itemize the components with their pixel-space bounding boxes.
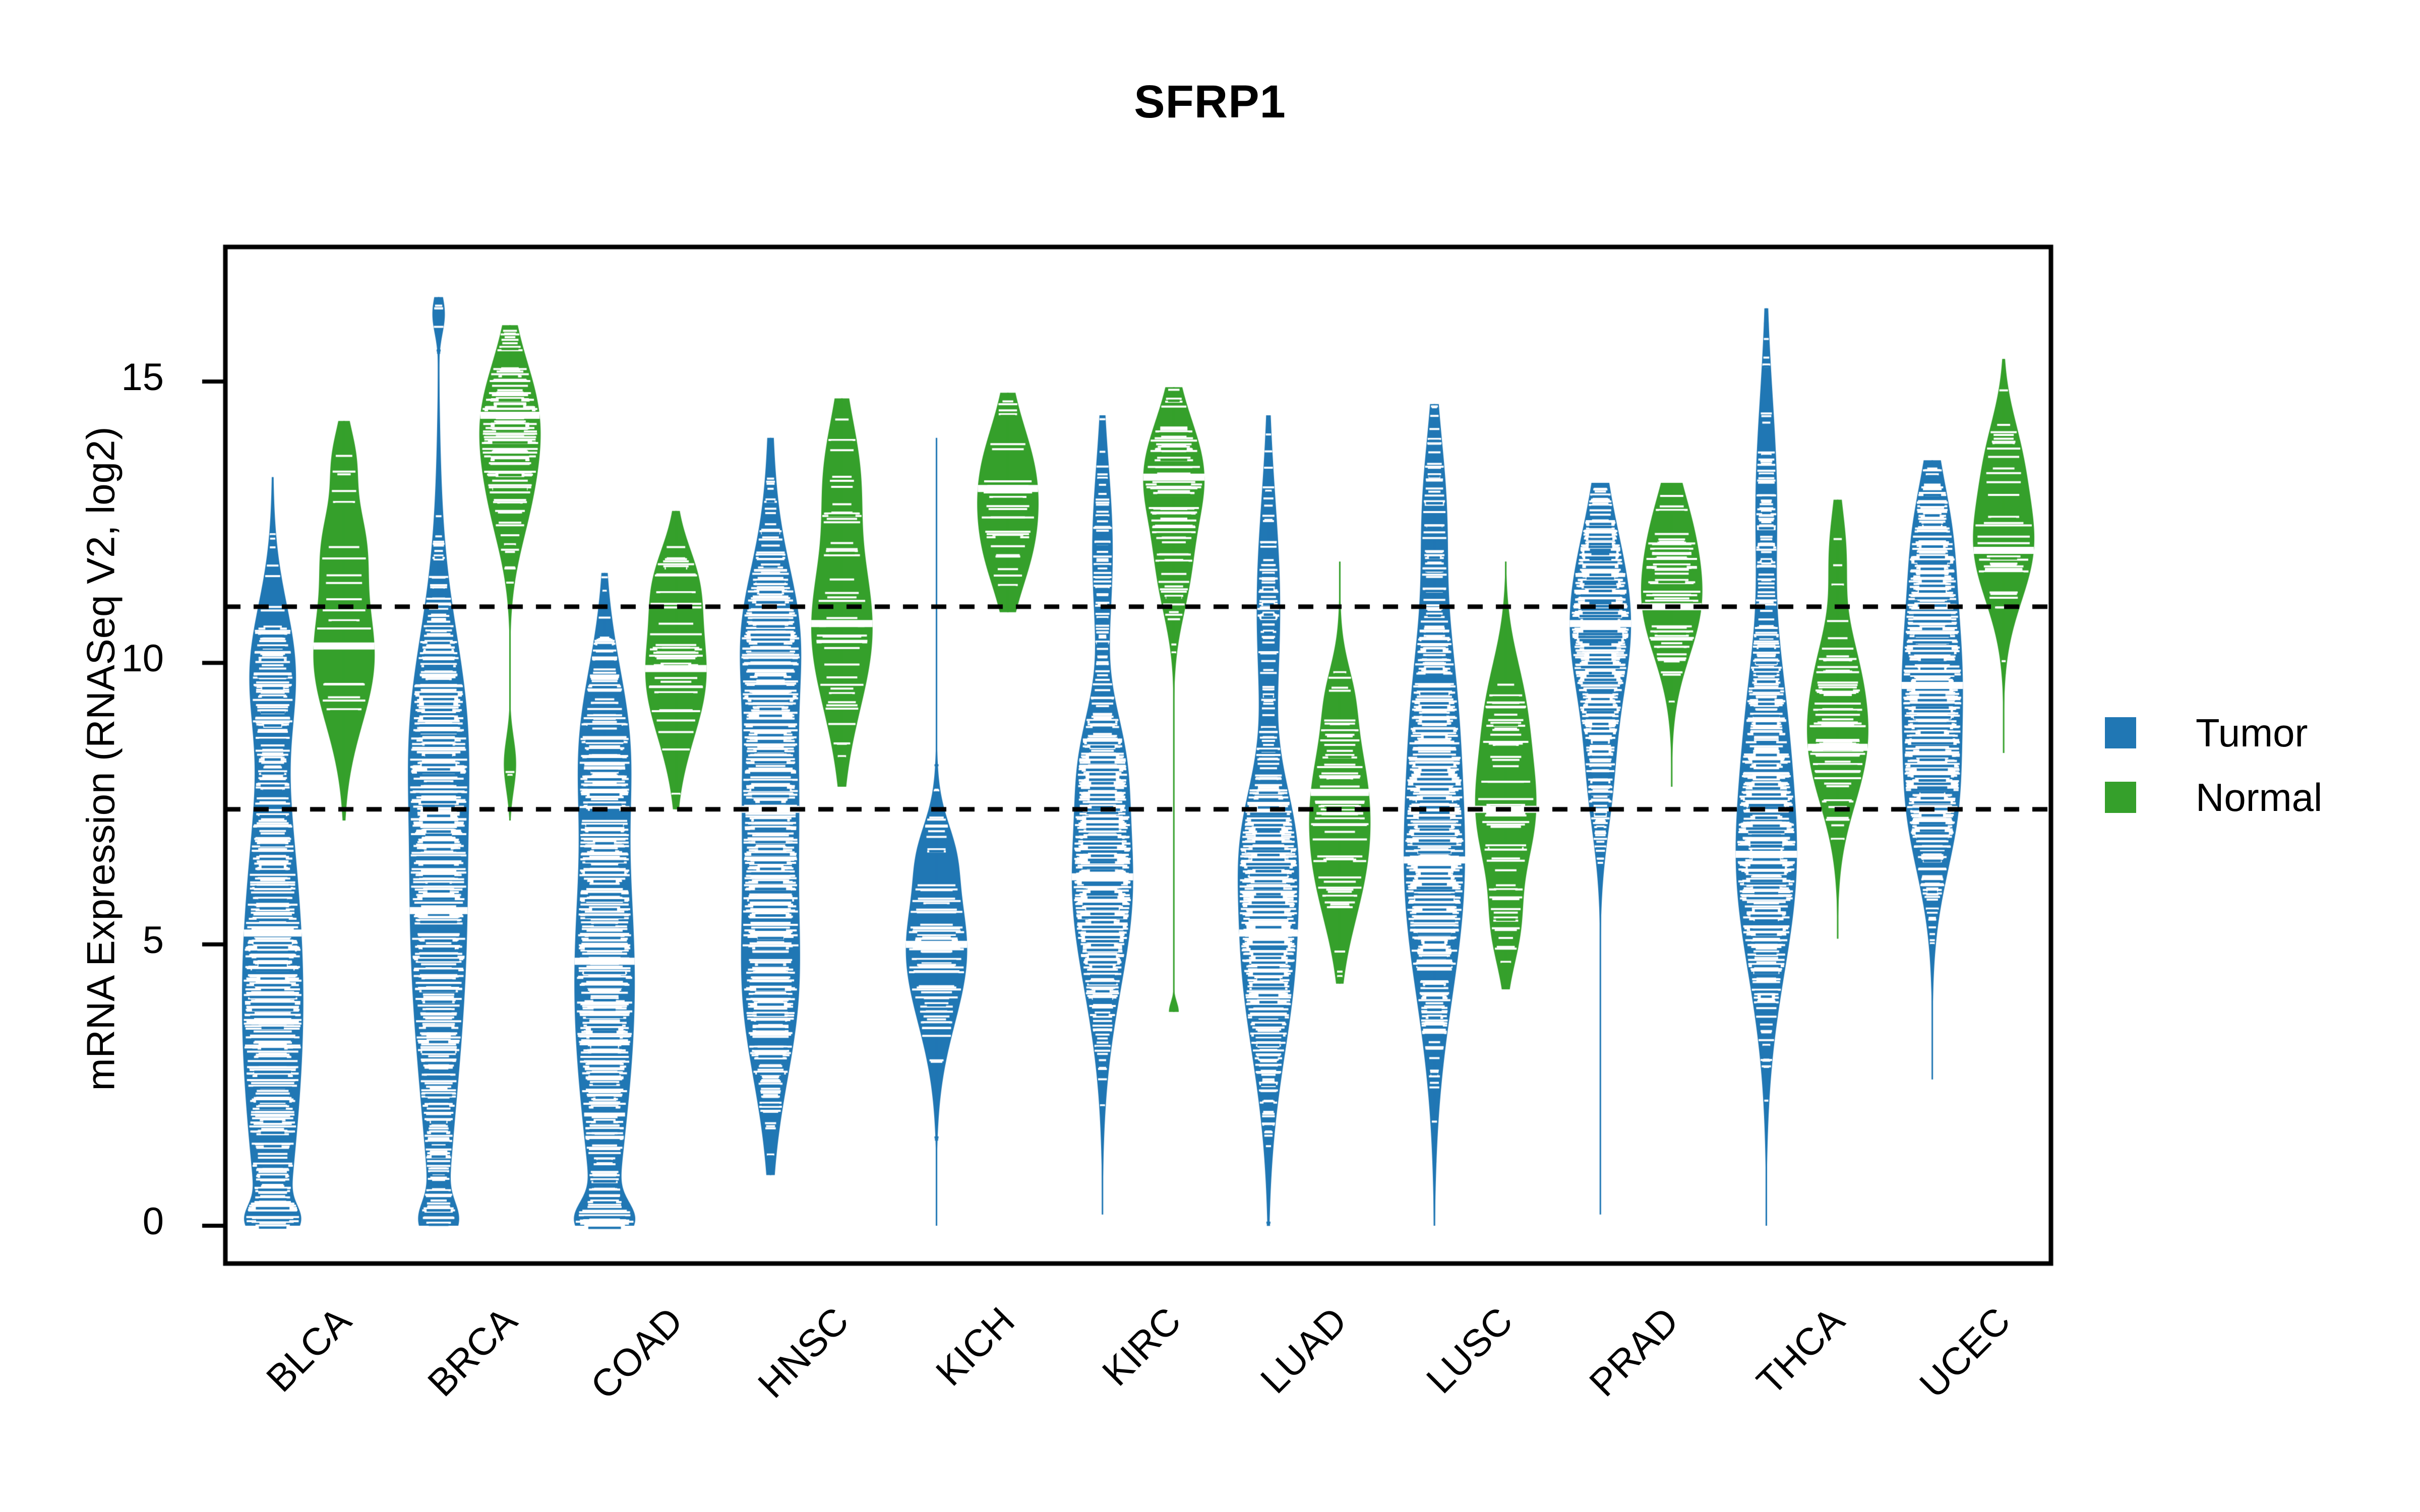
legend-swatch-tumor bbox=[2105, 717, 2136, 748]
legend-item-normal[interactable]: Normal bbox=[2105, 765, 2322, 830]
y-tick-label: 10 bbox=[121, 637, 164, 680]
y-tick-label: 5 bbox=[142, 918, 164, 962]
y-axis-title: mRNA Expression (RNASeq V2, log2) bbox=[78, 426, 123, 1091]
y-tick-label: 15 bbox=[121, 356, 164, 399]
legend-swatch-normal bbox=[2105, 782, 2136, 813]
legend-label-tumor: Tumor bbox=[2196, 710, 2308, 755]
chart-legend: Tumor Normal bbox=[2105, 701, 2322, 830]
y-tick-label: 0 bbox=[142, 1200, 164, 1243]
legend-label-normal: Normal bbox=[2196, 775, 2323, 820]
chart-figure: SFRP1 mRNA Expression (RNASeq V2, log2) … bbox=[0, 0, 2420, 1512]
legend-item-tumor[interactable]: Tumor bbox=[2105, 701, 2322, 765]
page-title: SFRP1 bbox=[1134, 76, 1286, 128]
violin-plot-canvas bbox=[0, 0, 2420, 1512]
